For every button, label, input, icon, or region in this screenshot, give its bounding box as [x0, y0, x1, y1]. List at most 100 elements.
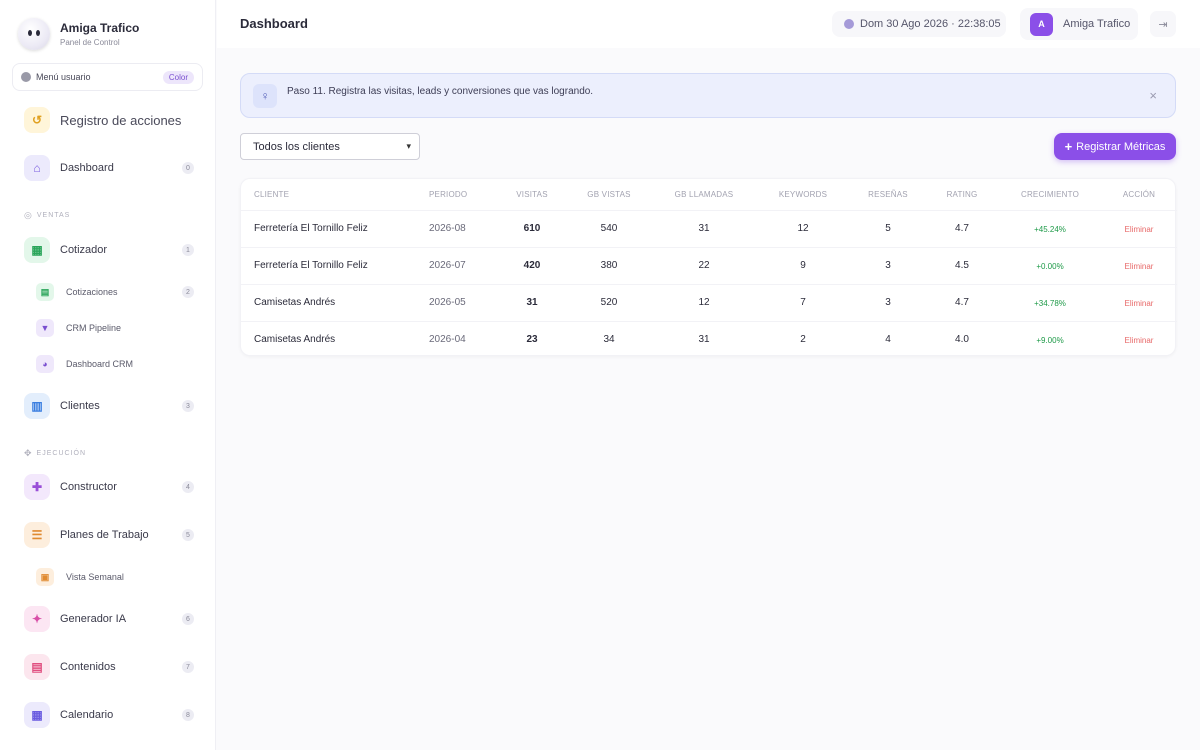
sidebar-item-generador[interactable]: ✦ Generador IA 6 — [24, 606, 194, 632]
sidebar-item-label: Clientes — [60, 400, 100, 412]
item-count: 2 — [182, 286, 194, 298]
plus-icon: + — [1064, 139, 1073, 154]
cell-resenas: 3 — [885, 297, 891, 308]
calculator-icon: ▦ — [24, 237, 50, 263]
sidebar-item-constructor[interactable]: ✚ Constructor 4 — [24, 474, 194, 500]
file-icon: ▤ — [24, 654, 50, 680]
cell-gb-llamadas: 31 — [698, 223, 710, 234]
cell-gb-vistas: 34 — [603, 334, 615, 345]
cell-visitas: 420 — [523, 260, 541, 271]
header-visitas: VISITAS — [516, 190, 548, 199]
sidebar-item-vista-semanal[interactable]: ▣ Vista Semanal — [36, 568, 194, 586]
client-filter-select[interactable]: Todos los clientes ▾ — [240, 133, 420, 160]
header-rating: RATING — [946, 190, 978, 199]
sidebar-item-label: CRM Pipeline — [66, 323, 122, 333]
cell-cliente: Camisetas Andrés — [254, 334, 336, 345]
cell-rating: 4.0 — [955, 334, 969, 345]
datetime-text: Dom 30 Ago 2026 · 22:38:05 — [860, 18, 1001, 30]
item-count: 5 — [182, 529, 194, 541]
cell-cliente: Camisetas Andrés — [254, 297, 336, 308]
register-metrics-button[interactable]: + Registrar Métricas — [1054, 133, 1176, 160]
user-profile-button[interactable]: A Amiga Trafico — [1020, 8, 1138, 40]
sidebar-item-cotizaciones[interactable]: ▤ Cotizaciones 2 — [36, 283, 194, 301]
cell-gb-vistas: 520 — [600, 297, 618, 308]
table-row: Ferretería El Tornillo Feliz 2026-08 610… — [241, 210, 1177, 247]
palette-icon — [21, 72, 31, 82]
header-keywords: KEYWORDS — [778, 190, 828, 199]
sidebar-item-calendario[interactable]: ▦ Calendario 8 — [24, 702, 194, 728]
delete-button[interactable]: Eliminar — [1125, 262, 1154, 271]
user-menu-label: Menú usuario — [36, 72, 91, 82]
item-count: 6 — [182, 613, 194, 625]
cell-keywords: 2 — [800, 334, 806, 345]
lightbulb-icon: ♀ — [253, 83, 277, 108]
sidebar-item-label: Generador IA — [60, 613, 127, 625]
cell-periodo: 2026-04 — [429, 334, 466, 345]
avatar: A — [1030, 12, 1053, 36]
sidebar-item-cotizador[interactable]: ▦ Cotizador 1 — [24, 237, 194, 263]
brand[interactable]: Amiga Trafico Panel de Control — [18, 18, 139, 50]
sidebar-item-label: Calendario — [60, 709, 114, 721]
sidebar-item-label: Planes de Trabajo — [60, 529, 149, 541]
sidebar-item-label: Dashboard CRM — [66, 359, 134, 369]
item-count: 8 — [182, 709, 194, 721]
table-row: Camisetas Andrés 2026-05 31 520 12 7 3 4… — [241, 284, 1177, 321]
section-label: VENTAS — [36, 212, 71, 219]
close-icon[interactable]: × — [1149, 88, 1157, 103]
building-icon: ▥ — [24, 393, 50, 419]
header-cliente: CLIENTE — [254, 190, 290, 199]
user-menu[interactable]: Menú usuario Color — [12, 63, 203, 91]
sidebar-item-registro[interactable]: ↺ Registro de acciones — [24, 107, 194, 133]
logout-button[interactable]: ⇥ — [1150, 11, 1176, 37]
pie-chart-icon: ◕ — [36, 355, 54, 373]
brand-subtitle: Panel de Control — [60, 38, 120, 47]
color-badge[interactable]: Color — [162, 70, 194, 84]
section-ejecucion: ✥ EJECUCIÓN — [24, 448, 86, 459]
item-count: 7 — [182, 661, 194, 673]
item-count: 1 — [182, 244, 194, 256]
cell-gb-llamadas: 12 — [698, 297, 710, 308]
delete-button[interactable]: Eliminar — [1125, 225, 1154, 234]
sidebar-item-crm-pipeline[interactable]: ▼ CRM Pipeline — [36, 319, 194, 337]
client-filter-value: Todos los clientes — [253, 140, 340, 153]
document-icon: ▤ — [36, 283, 54, 301]
gear-icon: ✥ — [24, 448, 33, 458]
cell-visitas: 23 — [526, 334, 538, 345]
sidebar-item-contenidos[interactable]: ▤ Contenidos 7 — [24, 654, 194, 680]
calendar-week-icon: ▣ — [36, 568, 54, 586]
metrics-table: CLIENTE PERIODO VISITAS GB VISTAS GB LLA… — [240, 178, 1177, 356]
sidebar-item-label: Contenidos — [60, 661, 116, 673]
calendar-icon: ▦ — [24, 702, 50, 728]
cell-crecimiento: +45.24% — [1034, 225, 1066, 234]
sidebar-item-dashboard[interactable]: ⌂ Dashboard 0 — [24, 155, 194, 181]
cell-crecimiento: +0.00% — [1036, 262, 1064, 271]
top-header: Dashboard Dom 30 Ago 2026 · 22:38:05 A A… — [217, 0, 1200, 48]
cell-crecimiento: +9.00% — [1036, 336, 1064, 345]
sidebar-item-clientes[interactable]: ▥ Clientes 3 — [24, 393, 194, 419]
alert-message: Paso 11. Registra las visitas, leads y c… — [287, 86, 594, 97]
cell-gb-llamadas: 22 — [698, 260, 710, 271]
item-count: 3 — [182, 400, 194, 412]
cell-resenas: 4 — [885, 334, 891, 345]
cell-periodo: 2026-07 — [429, 260, 466, 271]
sidebar-item-label: Cotizaciones — [66, 287, 118, 297]
cell-rating: 4.7 — [955, 223, 969, 234]
register-metrics-label: Registrar Métricas — [1076, 140, 1166, 153]
header-resenas: RESEÑAS — [868, 190, 908, 199]
cell-visitas: 31 — [526, 297, 538, 308]
sidebar-item-label: Cotizador — [60, 244, 108, 256]
delete-button[interactable]: Eliminar — [1125, 336, 1154, 345]
sidebar-item-dashboard-crm[interactable]: ◕ Dashboard CRM — [36, 355, 194, 373]
sidebar-item-label: Registro de acciones — [60, 112, 182, 128]
cell-gb-vistas: 540 — [600, 223, 618, 234]
item-count: 0 — [182, 162, 194, 174]
history-icon: ↺ — [24, 107, 50, 133]
page-title: Dashboard — [240, 16, 308, 31]
sidebar-item-planes[interactable]: ☰ Planes de Trabajo 5 — [24, 522, 194, 548]
puzzle-icon: ✚ — [24, 474, 50, 500]
list-check-icon: ☰ — [24, 522, 50, 548]
header-gb-llamadas: GB LLAMADAS — [674, 190, 734, 199]
delete-button[interactable]: Eliminar — [1125, 299, 1154, 308]
cell-resenas: 3 — [885, 260, 891, 271]
item-count: 4 — [182, 481, 194, 493]
